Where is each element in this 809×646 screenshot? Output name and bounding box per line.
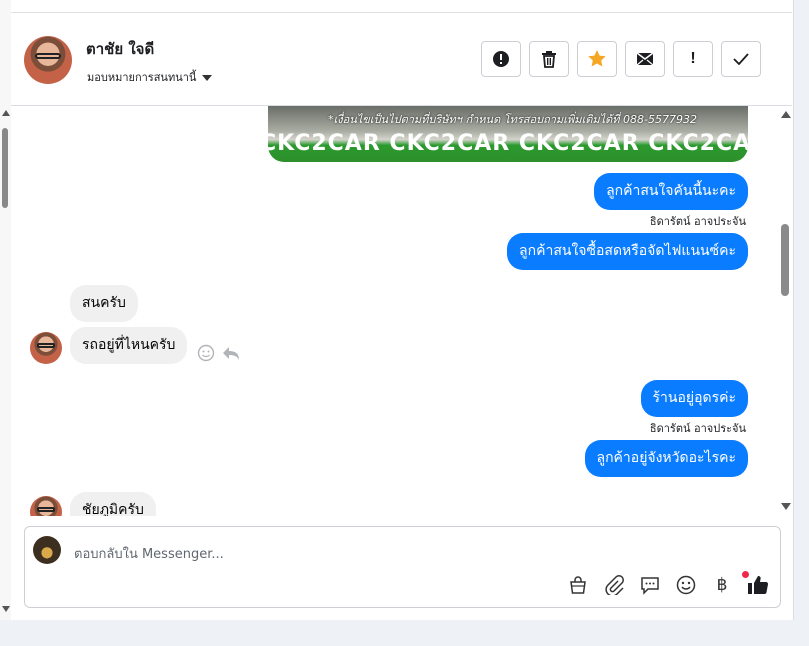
message-outgoing[interactable]: ลูกค้าสนใจคันนี้นะคะ xyxy=(594,173,748,210)
contact-avatar-small[interactable] xyxy=(30,496,62,516)
mark-done-button[interactable] xyxy=(721,41,761,77)
shop-bag-button[interactable] xyxy=(567,574,589,596)
trash-icon xyxy=(542,51,556,68)
ad-caption: *เงื่อนไขเป็นไปตามที่บริษัทฯ กำหนด โทรสอ… xyxy=(328,113,697,126)
assign-conversation-dropdown[interactable]: มอบหมายการสนทนานี้ xyxy=(87,68,213,86)
mark-spam-button[interactable] xyxy=(481,41,521,77)
chat-bubble-icon xyxy=(641,577,659,595)
delete-button[interactable] xyxy=(529,41,569,77)
message-incoming[interactable]: ชัยภูมิครับ xyxy=(70,492,156,516)
sender-name: ธิดารัตน์ อาจประจัน xyxy=(649,422,746,435)
baht-icon: ฿ xyxy=(716,575,728,595)
alert-circle-icon xyxy=(493,51,509,67)
smiley-icon xyxy=(676,575,696,595)
contact-avatar-small[interactable] xyxy=(30,332,62,364)
contact-name[interactable]: ตาชัย ใจดี xyxy=(86,37,154,61)
scroll-down-arrow[interactable] xyxy=(781,503,791,510)
thread-scrollbar[interactable] xyxy=(779,106,792,516)
reply-composer[interactable]: ตอบกลับใน Messenger... ฿ xyxy=(24,526,781,608)
saved-replies-button[interactable] xyxy=(639,574,661,596)
message-incoming[interactable]: สนครับ xyxy=(70,285,138,322)
star-icon xyxy=(588,50,606,67)
page-avatar xyxy=(33,536,61,564)
message-outgoing[interactable]: ลูกค้าอยู่จังหวัดอะไรคะ xyxy=(584,440,748,477)
envelope-icon xyxy=(636,52,654,66)
paperclip-icon xyxy=(605,575,624,595)
emoji-button[interactable] xyxy=(675,574,697,596)
attach-button[interactable] xyxy=(603,574,625,596)
like-button[interactable] xyxy=(747,574,769,596)
scroll-down-arrow[interactable] xyxy=(2,606,10,612)
conversation-panel: ตาชัย ใจดี มอบหมายการสนทนานี้ ! *เงื่อนไ… xyxy=(11,0,794,620)
chevron-down-icon xyxy=(202,75,213,81)
scroll-thumb[interactable] xyxy=(2,128,8,208)
reply-input[interactable]: ตอบกลับใน Messenger... xyxy=(74,543,224,564)
message-incoming[interactable]: รถอยู่ที่ไหนครับ xyxy=(70,327,188,364)
star-button[interactable] xyxy=(577,41,617,77)
thumbs-up-icon xyxy=(748,576,769,595)
mark-unread-button[interactable] xyxy=(625,41,665,77)
contact-avatar[interactable] xyxy=(24,36,72,84)
smiley-react-icon[interactable] xyxy=(197,344,215,362)
ad-banner-text: CKC2CAR CKC2CAR CKC2CAR CKC2CAR CKC2 xyxy=(268,131,748,156)
scroll-up-arrow[interactable] xyxy=(2,110,10,116)
shopping-bag-icon xyxy=(570,576,586,594)
sender-name: ธิดารัตน์ อาจประจัน xyxy=(649,215,746,228)
assign-label: มอบหมายการสนทนานี้ xyxy=(87,71,197,84)
scroll-thumb[interactable] xyxy=(781,224,789,296)
follow-up-button[interactable]: ! xyxy=(673,41,713,77)
message-outgoing[interactable]: ร้านอยู่อุดรค่ะ xyxy=(640,380,748,417)
page-scrollbar[interactable] xyxy=(0,0,11,620)
exclamation-icon: ! xyxy=(690,50,696,67)
shared-ad-image[interactable]: *เงื่อนไขเป็นไปตามที่บริษัทฯ กำหนด โทรสอ… xyxy=(268,106,748,162)
message-outgoing[interactable]: ลูกค้าสนใจซื้อสดหรือจัดไฟแนนซ์คะ xyxy=(507,233,748,270)
reply-icon[interactable] xyxy=(222,344,240,362)
check-icon xyxy=(733,53,749,65)
scroll-up-arrow[interactable] xyxy=(781,111,791,118)
message-thread[interactable]: *เงื่อนไขเป็นไปตามที่บริษัทฯ กำหนด โทรสอ… xyxy=(11,106,792,516)
payment-button[interactable]: ฿ xyxy=(711,574,733,596)
conversation-header: ตาชัย ใจดี มอบหมายการสนทนานี้ ! xyxy=(11,12,792,106)
